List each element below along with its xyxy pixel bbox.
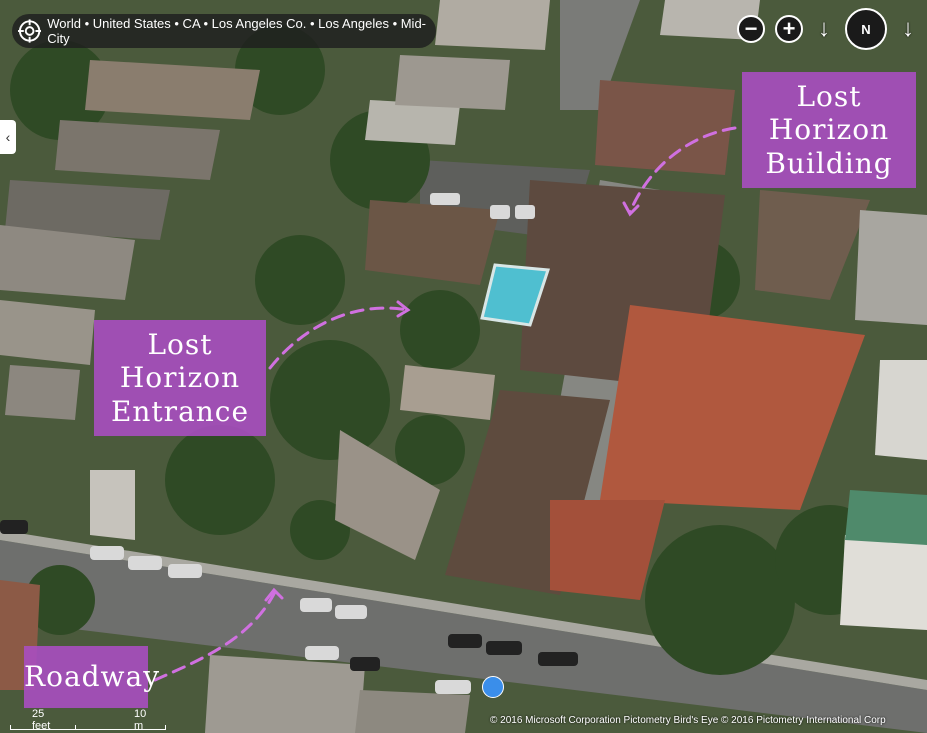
locate-icon[interactable] bbox=[18, 19, 42, 43]
current-location-dot[interactable] bbox=[482, 676, 504, 698]
entrance-label: Lost Horizon Entrance bbox=[94, 320, 266, 436]
sidebar-toggle[interactable]: ‹ bbox=[0, 120, 16, 154]
plus-icon: + bbox=[782, 16, 796, 41]
building-label-line1: Lost Horizon bbox=[768, 79, 890, 147]
entrance-label-line1: Lost Horizon bbox=[119, 327, 241, 395]
roadway-label-text: Roadway bbox=[24, 660, 161, 694]
breadcrumb[interactable]: World • United States • CA • Los Angeles… bbox=[12, 14, 436, 48]
rotate-left-button[interactable]: ↓ bbox=[813, 15, 835, 43]
building-label-line2: Building bbox=[765, 146, 893, 180]
arrow-down-icon: ↓ bbox=[818, 15, 830, 42]
map-controls: − + ↓ N ↓ bbox=[737, 8, 919, 50]
zoom-out-button[interactable]: − bbox=[737, 15, 765, 43]
arrow-down-icon: ↓ bbox=[902, 15, 914, 42]
building-label: Lost Horizon Building bbox=[742, 72, 916, 188]
copyright-text: © 2016 Microsoft Corporation Pictometry … bbox=[490, 715, 886, 726]
zoom-in-button[interactable]: + bbox=[775, 15, 803, 43]
scale-bar-meters bbox=[10, 725, 166, 730]
rotate-right-button[interactable]: ↓ bbox=[897, 15, 919, 43]
compass-button[interactable]: N bbox=[845, 8, 887, 50]
chevron-left-icon: ‹ bbox=[5, 129, 11, 145]
entrance-label-line2: Entrance bbox=[110, 394, 250, 428]
roadway-label: Roadway bbox=[24, 646, 161, 708]
minus-icon: − bbox=[744, 16, 758, 41]
breadcrumb-text[interactable]: World • United States • CA • Los Angeles… bbox=[47, 16, 436, 46]
compass-north-icon: N bbox=[861, 21, 871, 37]
